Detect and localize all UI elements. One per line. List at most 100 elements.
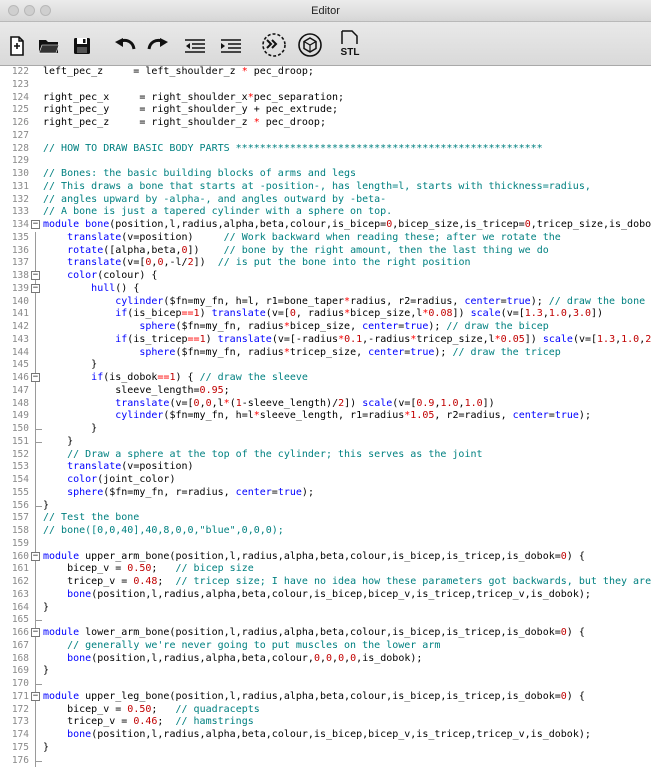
code-line[interactable]: 176 — [0, 754, 651, 768]
code-line[interactable]: 150 } — [0, 423, 651, 436]
code-text: color(colour) { — [67, 270, 158, 281]
render-icon — [298, 33, 322, 57]
code-line[interactable]: 149 cylinder($fn=my_fn, h=l*sleeve_lengt… — [0, 410, 651, 423]
code-line[interactable]: 123 — [0, 79, 651, 92]
code-line[interactable]: 174 bone(position,l,radius,alpha,beta,co… — [0, 729, 651, 742]
unindent-button[interactable] — [183, 34, 207, 58]
export-stl-button[interactable]: STL — [337, 30, 363, 58]
code-line[interactable]: 166− module lower_arm_bone(position,l,rad… — [0, 627, 651, 640]
code-line[interactable]: 128 // HOW TO DRAW BASIC BODY PARTS *****… — [0, 143, 651, 156]
code-line[interactable]: 139− hull() { — [0, 282, 651, 296]
code-line[interactable]: 125 right_pec_y = right_shoulder_y + pec_… — [0, 104, 651, 117]
fold-toggle-icon[interactable]: − — [31, 373, 40, 382]
fold-toggle-icon[interactable]: − — [31, 551, 40, 561]
code-line[interactable]: 124 right_pec_x = right_shoulder_x*pec_se… — [0, 92, 651, 105]
render-button[interactable] — [297, 32, 323, 58]
code-line[interactable]: 144 sphere($fn=my_fn, radius*tricep_size… — [0, 346, 651, 360]
code-line[interactable]: 143 if(is_tricep==1) translate(v=[-radiu… — [0, 333, 651, 347]
code-line[interactable]: 164} — [0, 601, 651, 615]
line-number: 123 — [11, 78, 29, 90]
code-line[interactable]: 135 translate(v=position) // Work backwa… — [0, 231, 651, 245]
code-line[interactable]: 148 translate(v=[0,0,l*(1-sleeve_length)… — [0, 397, 651, 411]
line-number: 140 — [11, 295, 29, 307]
code-line[interactable]: 146− if(is_dobok==1) { // draw the sleev… — [0, 372, 651, 385]
code-line[interactable]: 141 if(is_bicep==1) translate(v=[0, radi… — [0, 308, 651, 321]
code-line[interactable]: 136 rotate([alpha,beta,0]) // bone by th… — [0, 244, 651, 258]
code-text: } — [43, 359, 98, 371]
code-line[interactable]: 145 } — [0, 359, 651, 372]
open-button[interactable] — [37, 34, 61, 58]
fold-toggle-icon[interactable]: − — [31, 271, 40, 280]
code-line[interactable]: 129 — [0, 155, 651, 168]
code-line[interactable]: 171− module upper_leg_bone(position,l,rad… — [0, 690, 651, 704]
line-number: 128 — [11, 142, 29, 154]
code-line[interactable]: 130 // Bones: the basic building blocks o… — [0, 168, 651, 181]
code-line[interactable]: 153 translate(v=position) — [0, 461, 651, 474]
line-number: 136 — [11, 244, 29, 256]
fold-toggle-icon[interactable]: − — [31, 283, 40, 293]
line-number: 149 — [11, 410, 29, 422]
code-line[interactable]: 162 tricep_v = 0.48; // tricep size; I h… — [0, 576, 651, 589]
code-line[interactable]: 133 // A bone is just a tapered cylinder … — [0, 206, 651, 219]
code-line[interactable]: 151 } — [0, 435, 651, 449]
code-line[interactable]: 152 // Draw a sphere at the top of the c… — [0, 448, 651, 462]
code-line[interactable]: 154 color(joint_color) — [0, 474, 651, 487]
code-line[interactable]: 163 bone(position,l,radius,alpha,beta,co… — [0, 588, 651, 602]
code-line[interactable]: 175} — [0, 741, 651, 755]
code-line[interactable]: 132 // angles upward by -alpha-, and angl… — [0, 194, 651, 207]
code-text: if(is_dobok==1) { // draw the sleeve — [91, 372, 308, 383]
code-line[interactable]: 147 sleeve_length=0.95; — [0, 384, 651, 398]
code-text: right_pec_z = right_shoulder_z * pec_dro… — [43, 117, 326, 128]
fold-toggle-icon[interactable]: − — [31, 691, 40, 701]
code-editor[interactable]: 122 left_pec_z = left_shoulder_z * pec_dr… — [0, 66, 651, 768]
code-line[interactable]: 138− color(colour) { — [0, 270, 651, 283]
redo-button[interactable] — [146, 34, 170, 58]
code-line[interactable]: 173 tricep_v = 0.46; // hamstrings — [0, 716, 651, 729]
code-line[interactable]: 140 cylinder($fn=my_fn, h=l, r1=bone_tap… — [0, 295, 651, 309]
line-number: 133 — [11, 206, 29, 218]
line-number: 164 — [11, 601, 29, 613]
line-number: 144 — [11, 346, 29, 358]
fold-line — [35, 384, 36, 398]
code-line[interactable]: 161 bicep_v = 0.50; // bicep size — [0, 563, 651, 576]
line-number: 137 — [11, 257, 29, 269]
code-text: module bone(position,l,radius,alpha,beta… — [43, 219, 651, 230]
open-folder-icon — [38, 40, 60, 54]
code-line[interactable]: 165 — [0, 614, 651, 627]
fold-toggle-icon[interactable]: − — [31, 220, 40, 229]
code-line[interactable]: 169} — [0, 665, 651, 678]
code-line[interactable]: 131 // This draws a bone that starts at -… — [0, 181, 651, 194]
line-number: 139 — [11, 282, 29, 294]
fold-line — [35, 333, 36, 347]
code-line[interactable]: 122 left_pec_z = left_shoulder_z * pec_dr… — [0, 66, 651, 79]
fold-line — [35, 397, 36, 411]
code-text: // angles upward by -alpha-, and angles … — [43, 193, 387, 205]
indent-button[interactable] — [219, 34, 243, 58]
code-line[interactable]: 172 bicep_v = 0.50; // quadracepts — [0, 703, 651, 717]
line-number: 169 — [11, 665, 29, 677]
code-text: // Draw a sphere at the top of the cylin… — [67, 448, 483, 460]
new-file-button[interactable] — [5, 34, 29, 58]
code-line[interactable]: 137 translate(v=[0,0,-l/2]) // is put th… — [0, 257, 651, 270]
code-line[interactable]: 168 bone(position,l,radius,alpha,beta,co… — [0, 652, 651, 666]
code-line[interactable]: 126 right_pec_z = right_shoulder_z * pec_… — [0, 117, 651, 130]
preview-button[interactable] — [261, 32, 287, 58]
code-line[interactable]: 159 — [0, 537, 651, 551]
line-number: 127 — [11, 129, 29, 141]
code-line[interactable]: 155 sphere($fn=my_fn, r=radius, center=t… — [0, 486, 651, 500]
code-line[interactable]: 156} — [0, 499, 651, 513]
fold-toggle-icon[interactable]: − — [31, 628, 40, 637]
code-line[interactable]: 134− module bone(position,l,radius,alpha,… — [0, 219, 651, 232]
code-line[interactable]: 157 // Test the bone — [0, 512, 651, 525]
code-line[interactable]: 127 — [0, 130, 651, 143]
code-line[interactable]: 142 sphere($fn=my_fn, radius*bicep_size,… — [0, 321, 651, 334]
code-line[interactable]: 170 — [0, 678, 651, 691]
code-line[interactable]: 167 // generally we're never going to pu… — [0, 639, 651, 653]
save-button[interactable] — [70, 34, 94, 58]
code-line[interactable]: 158 // bone([0,0,40],40,8,0,0,"blue",0,0,… — [0, 525, 651, 538]
fold-line — [35, 537, 36, 551]
code-line[interactable]: 160− module upper_arm_bone(position,l,rad… — [0, 550, 651, 564]
fold-line — [35, 729, 36, 742]
undo-button[interactable] — [113, 34, 137, 58]
line-number: 122 — [11, 66, 29, 77]
